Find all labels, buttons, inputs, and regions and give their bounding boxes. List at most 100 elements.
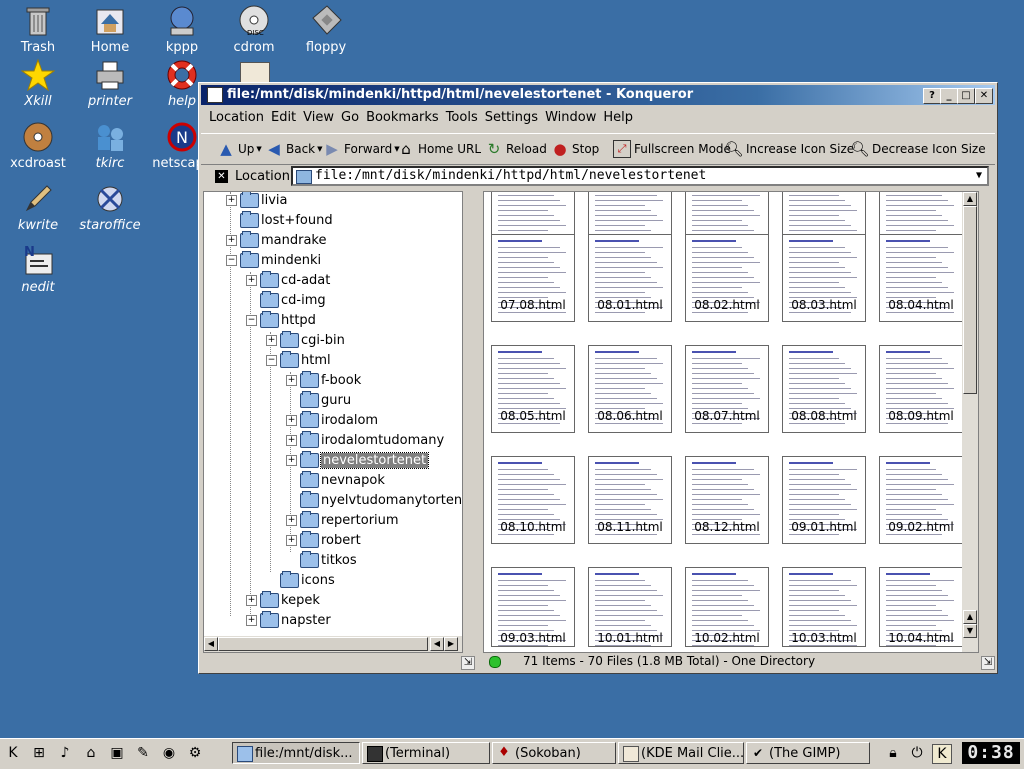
menu-go[interactable]: Go (339, 107, 361, 128)
tree-item[interactable]: + kepek (246, 590, 320, 610)
desktop-icon-tkirc[interactable]: tkirc (72, 120, 148, 171)
file-name-label[interactable]: 08.04.html (872, 298, 970, 312)
task-terminal[interactable]: (Terminal) (362, 742, 490, 764)
desktop-icon-xkill[interactable]: Xkill (0, 58, 76, 109)
file-name-label[interactable]: 08.02.html (678, 298, 776, 312)
scroll-down-arrow-icon[interactable]: ▼ (462, 620, 463, 634)
file-name-label[interactable]: 08.01.html (581, 298, 679, 312)
forward-button[interactable]: ▶ Forward ▼ (323, 138, 399, 160)
location-input[interactable]: file:/mnt/disk/mindenki/httpd/html/nevel… (291, 166, 989, 186)
tree-item[interactable]: guru (300, 390, 351, 410)
file-name-label[interactable]: 09.02.html (872, 520, 970, 534)
file-name-label[interactable]: 08.08.html (775, 409, 873, 423)
clear-location-icon[interactable]: ✕ (215, 170, 228, 183)
tree-item[interactable]: − httpd (246, 310, 316, 330)
desktop-icon-kwrite[interactable]: kwrite (0, 182, 76, 233)
task-kmail[interactable]: (KDE Mail Clie... (618, 742, 744, 764)
scrollbar-thumb[interactable] (218, 637, 428, 651)
menu-settings[interactable]: Settings (483, 107, 540, 128)
home-url-button[interactable]: ⌂ Home URL (397, 138, 481, 160)
task-gimp[interactable]: ✔ (The GIMP) (746, 742, 870, 764)
file-name-label[interactable]: 08.11.html (581, 520, 679, 534)
menu-view[interactable]: View (301, 107, 336, 128)
tree-item[interactable]: + robert (286, 530, 361, 550)
home-icon[interactable]: ⌂ (82, 744, 100, 762)
tree-item[interactable]: + irodalomtudomany (286, 430, 444, 450)
tree-item-selected[interactable]: + nevelestortenet (286, 450, 430, 470)
reload-button[interactable]: ↻ Reload (485, 138, 547, 160)
menu-window[interactable]: Window (543, 107, 598, 128)
scroll-up-arrow-icon[interactable]: ▲ (462, 192, 463, 206)
file-name-label[interactable]: 08.10.html (484, 520, 582, 534)
task-sokoban[interactable]: ♦ (Sokoban) (492, 742, 616, 764)
desktop-icon-cdrom[interactable]: DISC cdrom (216, 4, 292, 55)
tree-item[interactable]: + f-book (286, 370, 361, 390)
kcontrol-icon[interactable]: ⚙ (186, 744, 204, 762)
tree-item[interactable]: + irodalom (286, 410, 378, 430)
desktop-icon-xcdroast[interactable]: xcdroast (0, 120, 76, 171)
tree-item[interactable]: − html (266, 350, 331, 370)
menu-help[interactable]: Help (601, 107, 635, 128)
maximize-button[interactable]: □ (957, 88, 975, 104)
desktop-icon-nedit[interactable]: N nedit (0, 244, 76, 295)
terminal-icon[interactable]: ▣ (108, 744, 126, 762)
resize-grip-icon[interactable]: ⇲ (981, 656, 995, 670)
up-button[interactable]: ▲ Up ▼ (217, 138, 262, 160)
back-button[interactable]: ◀ Back ▼ (265, 138, 322, 160)
file-name-label[interactable]: 09.03.html (484, 631, 582, 645)
sound-icon[interactable]: ♪ (56, 744, 74, 762)
scroll-up-arrow-icon[interactable]: ▲ (963, 610, 977, 624)
scroll-left-arrow-icon[interactable]: ◀ (204, 637, 218, 651)
file-name-label[interactable]: 08.09.html (872, 409, 970, 423)
scroll-up-arrow-icon[interactable]: ▲ (963, 192, 977, 206)
desktop-icon-staroffice[interactable]: staroffice (72, 182, 148, 233)
window-app-icon[interactable] (207, 87, 223, 103)
tree-vertical-scrollbar[interactable] (462, 192, 463, 636)
file-name-label[interactable]: 10.02.html (678, 631, 776, 645)
help-button[interactable]: ? (923, 88, 941, 104)
decrease-icon-size-button[interactable]: 🔍︎ Decrease Icon Size (850, 138, 985, 160)
chevron-down-icon[interactable]: ▼ (971, 168, 987, 184)
title-bar[interactable]: file:/mnt/disk/mindenki/httpd/html/nevel… (201, 85, 995, 105)
stop-button[interactable]: ● Stop (551, 138, 599, 160)
desktop-icon-home[interactable]: Home (72, 4, 148, 55)
file-name-label[interactable]: 07.08.html (484, 298, 582, 312)
file-name-label[interactable]: 08.06.html (581, 409, 679, 423)
fullscreen-button[interactable]: ⤢ Fullscreen Mode (613, 138, 731, 160)
increase-icon-size-button[interactable]: 🔍︎ Increase Icon Size (724, 138, 854, 160)
file-name-label[interactable]: 08.12.html (678, 520, 776, 534)
task-konqueror[interactable]: file:/mnt/disk... (232, 742, 360, 764)
browser-icon[interactable]: ◉ (160, 744, 178, 762)
tree-item[interactable]: + napster (246, 610, 331, 630)
scroll-down-arrow-icon[interactable]: ▼ (963, 624, 977, 638)
menu-tools[interactable]: Tools (444, 107, 480, 128)
k-menu-icon[interactable]: K (4, 744, 22, 762)
tree-item[interactable]: nyelvtudomanytortenet (300, 490, 462, 510)
scrollbar-thumb[interactable] (462, 412, 463, 582)
tree-item[interactable]: + cgi-bin (266, 330, 345, 350)
scroll-right-arrow-icon[interactable]: ▶ (444, 637, 458, 651)
tree-item[interactable]: + mandrake (226, 230, 327, 250)
logout-icon[interactable]: ⏻ (908, 744, 926, 762)
tree-item[interactable]: nevnapok (300, 470, 385, 490)
file-name-label[interactable]: 10.04.html (872, 631, 970, 645)
scrollbar-thumb[interactable] (963, 206, 977, 394)
minimize-button[interactable]: _ (940, 88, 958, 104)
pane-splitter[interactable] (475, 191, 481, 651)
tree-item[interactable]: + cd-adat (246, 270, 330, 290)
file-name-label[interactable]: 10.01.html (581, 631, 679, 645)
desktop-icon-trash[interactable]: Trash (0, 4, 76, 55)
tree-item[interactable]: lost+found (240, 210, 333, 230)
tree-item[interactable]: icons (280, 570, 335, 590)
window-list-icon[interactable]: ⊞ (30, 744, 48, 762)
tree-item[interactable]: + repertorium (286, 510, 399, 530)
menu-location[interactable]: Location (207, 107, 266, 128)
file-name-label[interactable]: 10.03.html (775, 631, 873, 645)
resize-grip-icon[interactable]: ⇲ (461, 656, 475, 670)
scroll-left-arrow-icon[interactable]: ◀ (430, 637, 444, 651)
tree-item[interactable]: + livia (226, 192, 288, 210)
tree-item[interactable]: titkos (300, 550, 357, 570)
kedit-icon[interactable]: ✎ (134, 744, 152, 762)
file-name-label[interactable]: 08.07.html (678, 409, 776, 423)
menu-edit[interactable]: Edit (269, 107, 298, 128)
